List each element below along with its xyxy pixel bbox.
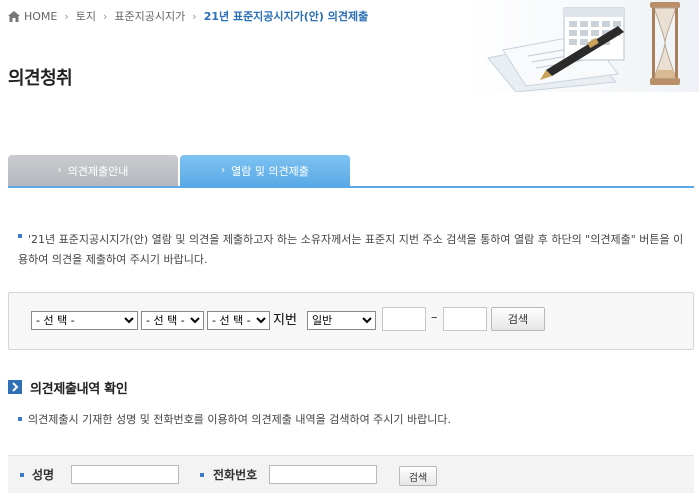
- dong-select[interactable]: - 선 택 -: [207, 311, 270, 330]
- sub-number-input[interactable]: [443, 307, 487, 331]
- history-description: 의견제출시 기재한 성명 및 전화번호를 이용하여 의견제출 내역을 검색하여 …: [18, 411, 451, 429]
- tab-label: 의견제출안내: [67, 164, 129, 178]
- sido-select[interactable]: - 선 택 -: [31, 311, 138, 330]
- history-search-bar: 성명 전화번호 검색: [8, 455, 694, 493]
- breadcrumb-land[interactable]: 토지: [76, 8, 96, 24]
- section-title: 의견제출내역 확인: [30, 381, 128, 397]
- name-input[interactable]: [71, 465, 179, 484]
- jibeon-label: 지번: [273, 313, 297, 328]
- phone-label: 전화번호: [213, 468, 258, 482]
- page-title: 의견청취: [8, 68, 73, 89]
- document-pen-illustration-icon: [468, 0, 699, 92]
- name-label: 성명: [32, 468, 55, 482]
- chevron-right-icon: ›: [103, 9, 108, 23]
- phone-input[interactable]: [269, 465, 377, 484]
- bullet-icon: [20, 473, 24, 477]
- bullet-icon: [18, 417, 22, 421]
- home-icon[interactable]: [8, 10, 20, 22]
- tab-submission-guide[interactable]: › 의견제출안내: [8, 155, 178, 186]
- address-search-panel: - 선 택 - - 선 택 - - 선 택 - 지번 일반 – 검색: [8, 292, 694, 350]
- land-type-select[interactable]: 일반: [307, 311, 376, 330]
- history-search-button[interactable]: 검색: [399, 466, 437, 486]
- history-desc-text: 의견제출시 기재한 성명 및 전화번호를 이용하여 의견제출 내역을 검색하여 …: [28, 413, 452, 426]
- number-dash: –: [431, 310, 438, 325]
- chevron-right-icon: ›: [64, 9, 69, 23]
- chevron-right-icon: ›: [221, 165, 226, 176]
- main-number-input[interactable]: [382, 307, 426, 331]
- bullet-icon: [200, 473, 204, 477]
- sigungu-select[interactable]: - 선 택 -: [141, 311, 204, 330]
- notice-body: '21년 표준지공시지가(안) 열람 및 의견을 제출하고자 하는 소유자께서는…: [18, 233, 684, 266]
- chevron-right-box-icon: [8, 380, 22, 394]
- chevron-right-icon: ›: [192, 9, 197, 23]
- notice-text: '21년 표준지공시지가(안) 열람 및 의견을 제출하고자 하는 소유자께서는…: [18, 230, 690, 270]
- bullet-icon: [18, 234, 22, 238]
- address-search-button[interactable]: 검색: [491, 307, 545, 331]
- tab-bar: › 의견제출안내 › 열람 및 의견제출: [8, 155, 694, 188]
- history-section-header: 의견제출내역 확인: [8, 379, 128, 397]
- tab-label: 열람 및 의견제출: [231, 164, 309, 178]
- chevron-right-icon: ›: [57, 165, 62, 176]
- breadcrumb-standard-land-price[interactable]: 표준지공시지가: [114, 8, 185, 24]
- breadcrumb-home[interactable]: HOME: [24, 10, 57, 23]
- tab-view-and-submit[interactable]: › 열람 및 의견제출: [180, 155, 350, 186]
- breadcrumb-current: 21년 표준지공시지가(안) 의견제출: [203, 10, 369, 23]
- breadcrumb: HOME › 토지 › 표준지공시지가 › 21년 표준지공시지가(안) 의견제…: [8, 8, 368, 24]
